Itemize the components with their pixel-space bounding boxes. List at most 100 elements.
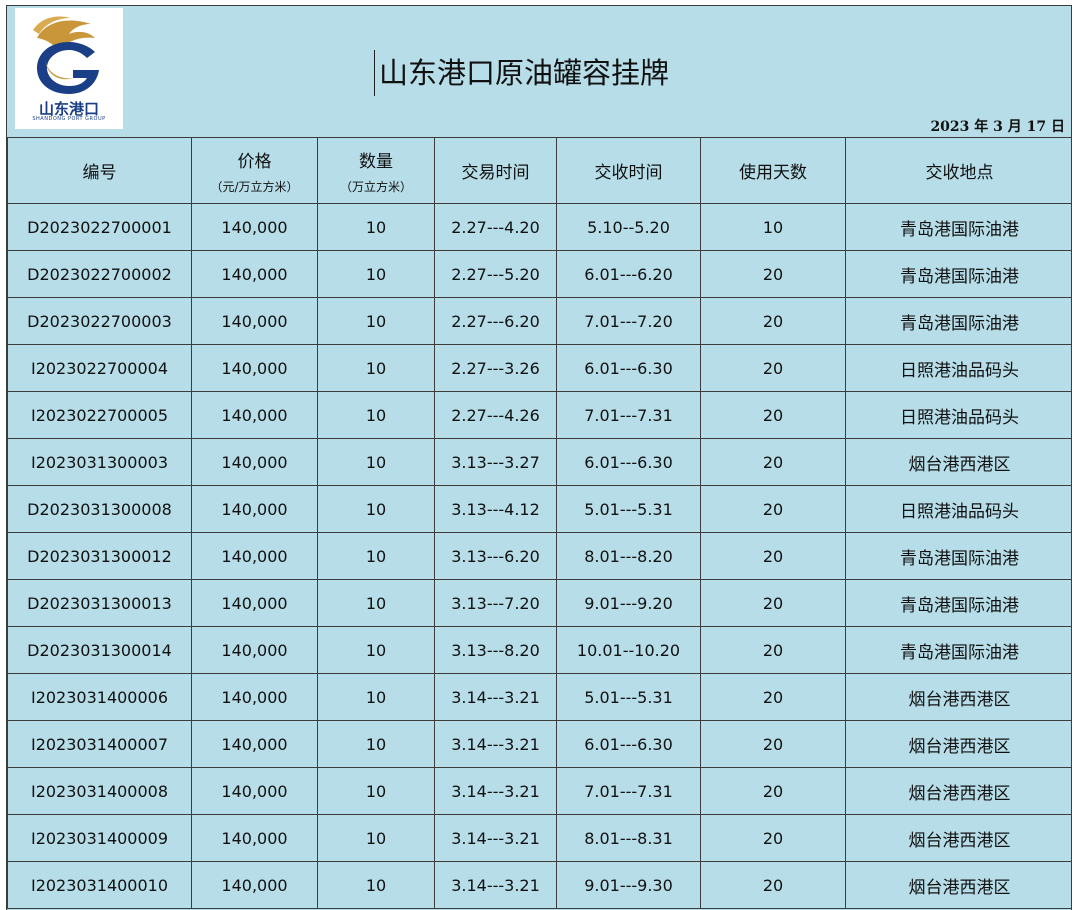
table-cell: 20 <box>700 344 846 392</box>
table-cell: 20 <box>700 438 846 486</box>
listing-table: 编号 价格 （元/万立方米） 数量 （万立方米） 交易时间 交收时间 使用天数 交收… <box>7 137 1071 909</box>
table-cell: 7.01---7.31 <box>556 391 701 439</box>
table-cell: 10 <box>317 203 435 251</box>
table-cell: 烟台港西港区 <box>845 767 1071 815</box>
table-cell: 6.01---6.30 <box>556 438 701 486</box>
table-cell: 20 <box>700 485 846 533</box>
table-cell: 10 <box>317 485 435 533</box>
table-cell: 10.01--10.20 <box>556 626 701 674</box>
table-row: D2023031300014 140,000 10 3.13---8.20 10.01-… <box>7 626 1071 674</box>
table-header-row: 编号 价格 （元/万立方米） 数量 （万立方米） 交易时间 交收时间 使用天数 交收… <box>7 137 1071 204</box>
page-title: 山东港口原油罐容挂牌 <box>374 50 669 96</box>
table-cell: 10 <box>317 720 435 768</box>
table-cell: 10 <box>317 673 435 721</box>
table-cell: 3.14---3.21 <box>434 814 557 862</box>
table-cell: 青岛港国际油港 <box>845 579 1071 627</box>
table-cell: 2.27---3.26 <box>434 344 557 392</box>
table-row: I2023022700005 140,000 10 2.27---4.26 7.01--… <box>7 391 1071 439</box>
table-cell: 烟台港西港区 <box>845 673 1071 721</box>
table-cell: 140,000 <box>191 626 318 674</box>
table-cell: 3.14---3.21 <box>434 720 557 768</box>
table-cell: 3.14---3.21 <box>434 673 557 721</box>
header-cell: 交易时间 <box>434 137 557 204</box>
table-cell: 青岛港国际油港 <box>845 297 1071 345</box>
table-cell: 20 <box>700 532 846 580</box>
table-body: D2023022700001 140,000 10 2.27---4.20 5.10--… <box>7 203 1071 909</box>
table-cell: 10 <box>700 203 846 251</box>
table-cell: 5.10--5.20 <box>556 203 701 251</box>
table-cell: 7.01---7.31 <box>556 767 701 815</box>
table-cell: 9.01---9.30 <box>556 861 701 909</box>
table-cell: I2023031400009 <box>7 814 192 862</box>
table-cell: 140,000 <box>191 767 318 815</box>
table-cell: I2023031300003 <box>7 438 192 486</box>
table-cell: 10 <box>317 438 435 486</box>
table-cell: D2023031300014 <box>7 626 192 674</box>
table-cell: 青岛港国际油港 <box>845 532 1071 580</box>
table-row: I2023031400010 140,000 10 3.14---3.21 9.01--… <box>7 861 1071 909</box>
table-cell: 烟台港西港区 <box>845 814 1071 862</box>
table-cell: I2023022700004 <box>7 344 192 392</box>
table-row: I2023031400006 140,000 10 3.14---3.21 5.01--… <box>7 673 1071 721</box>
table-cell: 6.01---6.20 <box>556 250 701 298</box>
table-cell: 140,000 <box>191 344 318 392</box>
table-row: I2023031400007 140,000 10 3.14---3.21 6.01--… <box>7 720 1071 768</box>
table-cell: 10 <box>317 814 435 862</box>
table-cell: D2023022700002 <box>7 250 192 298</box>
header-cell: 使用天数 <box>700 137 846 204</box>
table-cell: 3.13---6.20 <box>434 532 557 580</box>
table-cell: 3.14---3.21 <box>434 861 557 909</box>
table-cell: I2023031400010 <box>7 861 192 909</box>
table-cell: 20 <box>700 391 846 439</box>
table-cell: 3.14---3.21 <box>434 767 557 815</box>
table-cell: D2023031300008 <box>7 485 192 533</box>
table-cell: 20 <box>700 626 846 674</box>
table-cell: 青岛港国际油港 <box>845 250 1071 298</box>
table-row: D2023031300012 140,000 10 3.13---6.20 8.01--… <box>7 532 1071 580</box>
header-cell: 交收时间 <box>556 137 701 204</box>
table-cell: 140,000 <box>191 485 318 533</box>
table-cell: 10 <box>317 344 435 392</box>
table-cell: 10 <box>317 391 435 439</box>
table-cell: 10 <box>317 767 435 815</box>
header-cell: 价格 （元/万立方米） <box>191 137 318 204</box>
table-cell: 140,000 <box>191 391 318 439</box>
logo-emblem-icon <box>33 16 99 94</box>
table-cell: 2.27---4.26 <box>434 391 557 439</box>
table-cell: I2023031400007 <box>7 720 192 768</box>
header-cell: 编号 <box>7 137 192 204</box>
logo-subtext: SHANDONG PORT GROUP <box>32 116 106 122</box>
table-cell: 10 <box>317 250 435 298</box>
table-cell: 140,000 <box>191 203 318 251</box>
table-cell: 9.01---9.20 <box>556 579 701 627</box>
table-cell: 8.01---8.20 <box>556 532 701 580</box>
table-cell: 140,000 <box>191 673 318 721</box>
table-cell: I2023031400006 <box>7 673 192 721</box>
table-cell: 20 <box>700 250 846 298</box>
table-cell: 10 <box>317 532 435 580</box>
header-cell: 交收地点 <box>845 137 1071 204</box>
table-cell: I2023031400008 <box>7 767 192 815</box>
header-cell: 数量 （万立方米） <box>317 137 435 204</box>
shandong-port-logo: 山东港口 SHANDONG PORT GROUP <box>15 8 123 129</box>
document-sheet: 山东港口 SHANDONG PORT GROUP 山东港口原油罐容挂牌 2023… <box>6 5 1072 910</box>
table-cell: 6.01---6.30 <box>556 344 701 392</box>
table-cell: 日照港油品码头 <box>845 344 1071 392</box>
table-cell: 3.13---7.20 <box>434 579 557 627</box>
table-cell: 140,000 <box>191 814 318 862</box>
table-cell: I2023022700005 <box>7 391 192 439</box>
table-cell: D2023031300012 <box>7 532 192 580</box>
table-cell: 8.01---8.31 <box>556 814 701 862</box>
table-cell: 140,000 <box>191 861 318 909</box>
table-cell: 10 <box>317 297 435 345</box>
table-row: D2023022700001 140,000 10 2.27---4.20 5.10--… <box>7 203 1071 251</box>
table-cell: 3.13---8.20 <box>434 626 557 674</box>
table-cell: 5.01---5.31 <box>556 485 701 533</box>
table-cell: 3.13---3.27 <box>434 438 557 486</box>
table-cell: 7.01---7.20 <box>556 297 701 345</box>
table-cell: 2.27---6.20 <box>434 297 557 345</box>
table-cell: 10 <box>317 626 435 674</box>
table-cell: 140,000 <box>191 720 318 768</box>
table-cell: 140,000 <box>191 579 318 627</box>
table-cell: 20 <box>700 861 846 909</box>
